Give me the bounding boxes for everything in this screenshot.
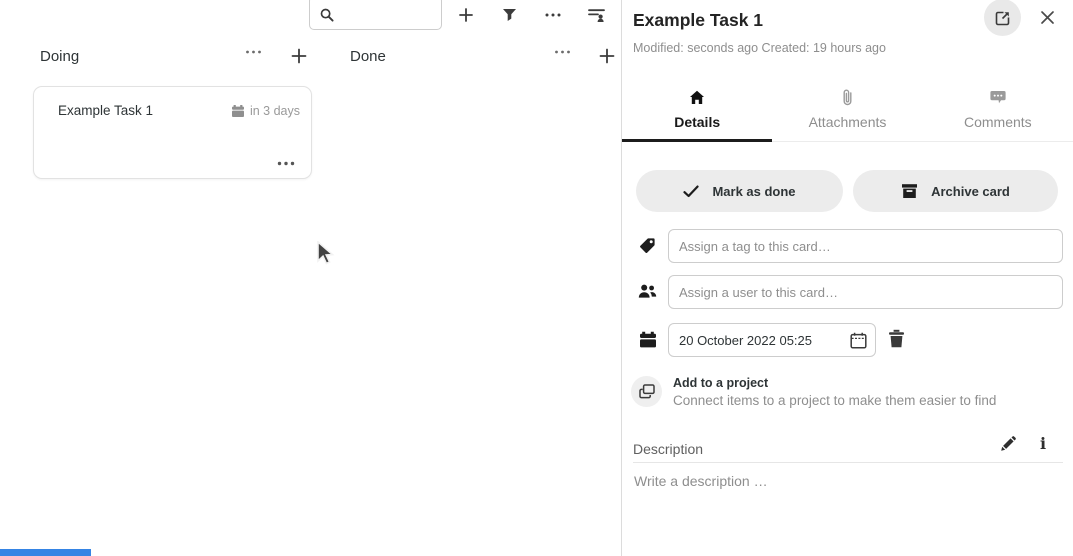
- paperclip-icon: [841, 89, 853, 105]
- close-panel-button[interactable]: [1035, 5, 1059, 29]
- panel-meta: Modified: seconds ago Created: 19 hours …: [633, 41, 886, 55]
- mark-as-done-label: Mark as done: [712, 184, 795, 199]
- project-windows-icon: [639, 384, 655, 399]
- column-done-more-button[interactable]: [552, 48, 573, 56]
- tab-comments[interactable]: Comments: [923, 82, 1073, 141]
- column-doing-add-card-button[interactable]: [288, 45, 310, 67]
- info-icon: i: [1040, 434, 1046, 453]
- column-title-done: Done: [350, 48, 386, 65]
- filter-button[interactable]: [494, 0, 524, 30]
- open-calendar-button[interactable]: [850, 332, 867, 349]
- mouse-cursor: [315, 241, 335, 267]
- more-icon: [277, 161, 295, 166]
- accent-progress-bar: [0, 549, 91, 556]
- calendar-outline-icon: [850, 332, 867, 349]
- open-in-new-window-button[interactable]: [984, 0, 1021, 36]
- tab-details[interactable]: Details: [622, 82, 772, 141]
- card-title: Example Task 1: [58, 103, 153, 118]
- more-icon: [545, 13, 561, 17]
- check-icon: [683, 185, 699, 198]
- comment-icon: [990, 89, 1006, 105]
- app-window: Doing Done Example Task 1 in 3 days: [0, 0, 1073, 556]
- due-date-field[interactable]: 20 October 2022 05:25: [668, 323, 876, 357]
- tab-label: Details: [674, 114, 720, 130]
- kanban-card[interactable]: Example Task 1 in 3 days: [33, 86, 312, 179]
- column-done-add-card-button[interactable]: [596, 45, 618, 67]
- column-doing-more-button[interactable]: [243, 48, 264, 56]
- assign-list-icon: [588, 8, 605, 23]
- description-info-button[interactable]: i: [1038, 432, 1048, 455]
- description-placeholder[interactable]: Write a description …: [634, 473, 768, 489]
- open-in-new-window-icon: [995, 10, 1011, 26]
- card-due-label: in 3 days: [250, 104, 300, 118]
- close-icon: [1040, 10, 1055, 25]
- tab-label: Attachments: [809, 114, 887, 130]
- add-icon: [290, 47, 308, 65]
- pencil-icon: [1000, 436, 1016, 452]
- more-icon: [245, 50, 262, 54]
- users-icon: [638, 283, 657, 299]
- add-icon: [458, 7, 474, 23]
- due-date-value: 20 October 2022 05:25: [679, 333, 850, 348]
- remove-due-date-button[interactable]: [886, 327, 907, 350]
- card-more-button[interactable]: [275, 159, 297, 168]
- calendar-icon: [639, 331, 657, 348]
- edit-description-button[interactable]: [998, 434, 1018, 454]
- archive-icon: [901, 183, 918, 199]
- calendar-icon: [231, 104, 245, 118]
- tag-icon: [639, 237, 656, 254]
- card-due-date: in 3 days: [231, 104, 300, 118]
- assign-tag-input[interactable]: [668, 229, 1063, 263]
- column-title-doing: Doing: [40, 48, 79, 65]
- assign-user-input[interactable]: [668, 275, 1063, 309]
- add-to-project-subtitle: Connect items to a project to make them …: [673, 393, 996, 408]
- archive-card-label: Archive card: [931, 184, 1010, 199]
- detail-tabs: Details Attachments Comments: [622, 82, 1073, 142]
- more-icon: [554, 50, 571, 54]
- search-icon: [320, 8, 334, 22]
- mark-as-done-button[interactable]: Mark as done: [636, 170, 843, 212]
- description-divider: [633, 462, 1063, 463]
- project-icon-circle: [631, 376, 662, 407]
- trash-icon: [888, 329, 905, 348]
- tab-attachments[interactable]: Attachments: [772, 82, 922, 141]
- archive-card-button[interactable]: Archive card: [853, 170, 1058, 212]
- add-icon: [598, 47, 616, 65]
- add-list-button[interactable]: [451, 0, 481, 30]
- filter-icon: [502, 8, 517, 22]
- assign-view-button[interactable]: [581, 0, 611, 30]
- description-label: Description: [633, 441, 703, 457]
- home-icon: [689, 89, 705, 105]
- board-more-button[interactable]: [538, 0, 568, 30]
- panel-title: Example Task 1: [633, 10, 763, 31]
- tab-label: Comments: [964, 114, 1032, 130]
- add-to-project-title[interactable]: Add to a project: [673, 376, 768, 390]
- search-input[interactable]: [309, 0, 442, 30]
